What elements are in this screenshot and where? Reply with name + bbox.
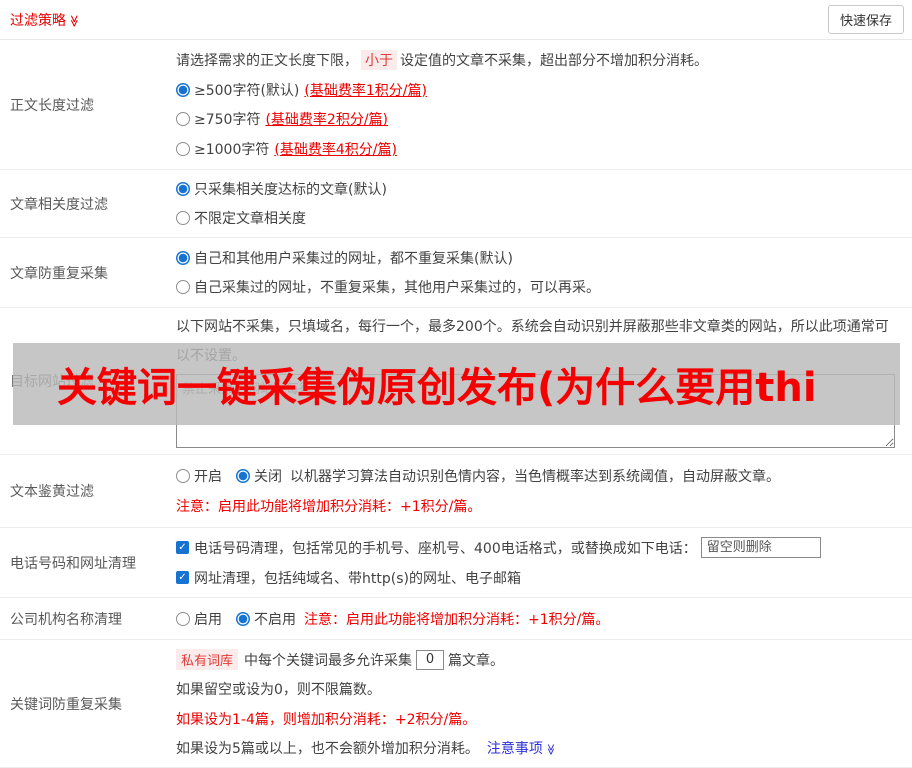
relevance-option-strict[interactable]: 只采集相关度达标的文章(默认) [176, 179, 904, 199]
option-label: 自己和其他用户采集过的网址，都不重复采集(默认) [194, 250, 513, 267]
dedup-option-self[interactable]: 自己采集过的网址，不重复采集，其他用户采集过的，可以再采。 [176, 277, 904, 297]
row-dedup-collection: 文章防重复采集 自己和其他用户采集过的网址，都不重复采集(默认) 自己采集过的网… [0, 238, 912, 308]
replacement-phone-input[interactable] [700, 537, 821, 559]
porn-filter-note: 注意：启用此功能将增加积分消耗：+1积分/篇。 [176, 499, 482, 516]
keyword-limit-text-end: 篇文章。 [448, 652, 505, 669]
phone-cleanup-option: ✓ 电话号码清理，包括常见的手机号、座机号、400电话格式，或替换成如下电话： [176, 537, 904, 559]
notes-link[interactable]: 注意事项≫ [487, 738, 557, 758]
company-off-label[interactable]: 不启用 [254, 609, 296, 629]
radio-icon[interactable] [176, 280, 190, 295]
url-cleanup-option: ✓ 网址清理，包括纯域名、带http(s)的网址、电子邮箱 [176, 568, 904, 588]
site-filter-desc-line1: 以下网站不采集，只填域名，每行一个，最多200个。系统会自动识别并屏蔽那些非文章… [176, 319, 889, 335]
radio-checked-icon[interactable] [176, 182, 190, 196]
keyword-limit-text: 中每个关键词最多允许采集 [244, 652, 413, 669]
option-label: 不限定文章相关度 [194, 211, 306, 227]
row-label: 正文长度过滤 [10, 97, 94, 114]
row-label: 电话号码和网址清理 [10, 555, 136, 572]
row-label: 文章防重复采集 [10, 265, 108, 282]
intro-text: 设定值的文章不采集，超出部分不增加积分消耗。 [400, 52, 708, 69]
chevron-down-icon: ≫ [67, 14, 82, 27]
option-fee: (基础费率1积分/篇) [304, 82, 427, 99]
porn-filter-options: 开启 关闭 以机器学习算法自动识别色情内容，当色情概率达到系统阈值，自动屏蔽文章… [176, 466, 904, 486]
quick-save-button[interactable]: 快速保存 [827, 5, 904, 34]
keyword-note-5plus-text: 如果设为5篇或以上，也不会额外增加积分消耗。 [176, 740, 479, 757]
row-label: 公司机构名称清理 [10, 611, 122, 628]
radio-checked-icon[interactable] [176, 250, 190, 265]
dedup-option-global[interactable]: 自己和其他用户采集过的网址，都不重复采集(默认) [176, 248, 904, 268]
page-title[interactable]: 过滤策略≫ [10, 10, 81, 30]
company-on-label[interactable]: 启用 [194, 609, 222, 629]
porn-on-label[interactable]: 开启 [194, 466, 222, 486]
chevron-down-icon: ≫ [544, 743, 558, 756]
length-option-750[interactable]: ≥750字符 (基础费率2积分/篇) [176, 109, 904, 129]
relevance-option-any[interactable]: 不限定文章相关度 [176, 208, 904, 228]
option-label: ≥500字符(默认) [194, 82, 300, 99]
row-content: 请选择需求的正文长度下限， 小于 设定值的文章不采集，超出部分不增加积分消耗。 ≥5… [176, 40, 912, 169]
row-content: 启用 不启用 注意：启用此功能将增加积分消耗：+1积分/篇。 [176, 598, 912, 639]
radio-checked-icon[interactable] [236, 611, 250, 626]
option-label: 自己采集过的网址，不重复采集，其他用户采集过的，可以再采。 [194, 280, 600, 297]
row-label: 文章相关度过滤 [10, 196, 108, 213]
keyword-note-zero: 如果留空或设为0，则不限篇数。 [176, 682, 381, 699]
keyword-note-1-4: 如果设为1-4篇，则增加积分消耗：+2积分/篇。 [176, 711, 477, 728]
company-cleanup-note: 注意：启用此功能将增加积分消耗：+1积分/篇。 [304, 611, 610, 628]
row-content: 自己和其他用户采集过的网址，都不重复采集(默认) 自己采集过的网址，不重复采集，… [176, 238, 912, 307]
url-cleanup-label: 网址清理，包括纯域名、带http(s)的网址、电子邮箱 [194, 570, 521, 587]
row-content: ✓ 电话号码清理，包括常见的手机号、座机号、400电话格式，或替换成如下电话： … [176, 528, 912, 597]
radio-icon[interactable] [176, 112, 190, 127]
watermark-banner: 关键词一键采集伪原创发布(为什么要用thi [13, 343, 900, 425]
company-cleanup-options: 启用 不启用 注意：启用此功能将增加积分消耗：+1积分/篇。 [176, 609, 904, 629]
row-label: 关键词防重复采集 [10, 696, 122, 713]
page-title-text: 过滤策略 [10, 12, 66, 29]
row-company-name-cleanup: 公司机构名称清理 启用 不启用 注意：启用此功能将增加积分消耗：+1积分/篇。 [0, 598, 912, 640]
length-option-500[interactable]: ≥500字符(默认) (基础费率1积分/篇) [176, 80, 904, 100]
option-label: ≥1000字符 [194, 142, 270, 159]
row-phone-url-cleanup: 电话号码和网址清理 ✓ 电话号码清理，包括常见的手机号、座机号、400电话格式，… [0, 528, 912, 598]
header-bar: 过滤策略≫ 快速保存 [0, 0, 912, 40]
intro-text: 请选择需求的正文长度下限， [176, 52, 358, 69]
option-label: 只采集相关度达标的文章(默认) [194, 182, 387, 198]
row-body-length-filter: 正文长度过滤 请选择需求的正文长度下限， 小于 设定值的文章不采集，超出部分不增加积… [0, 40, 912, 170]
phone-cleanup-label: 电话号码清理，包括常见的手机号、座机号、400电话格式，或替换成如下电话： [194, 540, 697, 557]
private-thesaurus-badge[interactable]: 私有词库 [176, 649, 239, 671]
radio-icon[interactable] [176, 468, 190, 483]
porn-filter-desc: 以机器学习算法自动识别色情内容，当色情概率达到系统阈值，自动屏蔽文章。 [290, 468, 780, 485]
option-label: ≥750字符 [194, 112, 261, 129]
row-content: 开启 关闭 以机器学习算法自动识别色情内容，当色情概率达到系统阈值，自动屏蔽文章… [176, 455, 912, 527]
row-porn-filter: 文本鉴黄过滤 开启 关闭 以机器学习算法自动识别色情内容，当色情概率达到系统阈值… [0, 455, 912, 528]
radio-checked-icon[interactable] [176, 82, 190, 97]
radio-icon[interactable] [176, 611, 190, 626]
radio-icon[interactable] [176, 211, 190, 225]
porn-off-label[interactable]: 关闭 [254, 466, 282, 486]
keyword-note-5plus: 如果设为5篇或以上，也不会额外增加积分消耗。 注意事项≫ [176, 738, 904, 758]
radio-icon[interactable] [176, 142, 190, 157]
checkbox-checked-icon[interactable]: ✓ [176, 541, 189, 555]
row-label: 文本鉴黄过滤 [10, 484, 94, 500]
keyword-limit-line: 私有词库 中每个关键词最多允许采集 篇文章。 [176, 649, 904, 671]
option-fee: (基础费率4积分/篇) [274, 142, 397, 159]
less-than-highlight: 小于 [361, 49, 397, 70]
row-content: 私有词库 中每个关键词最多允许采集 篇文章。 如果留空或设为0，则不限篇数。 如… [176, 640, 912, 767]
row-keyword-dedup: 关键词防重复采集 私有词库 中每个关键词最多允许采集 篇文章。 如果留空或设为0… [0, 640, 912, 768]
notes-link-text: 注意事项 [486, 740, 543, 757]
length-option-1000[interactable]: ≥1000字符 (基础费率4积分/篇) [176, 139, 904, 159]
row-relevance-filter: 文章相关度过滤 只采集相关度达标的文章(默认) 不限定文章相关度 [0, 170, 912, 238]
option-fee: (基础费率2积分/篇) [265, 112, 389, 129]
keyword-count-input[interactable] [416, 649, 445, 670]
filter-settings-page: 过滤策略≫ 快速保存 正文长度过滤 请选择需求的正文长度下限， 小于 设定值的文章不… [0, 0, 912, 768]
row-content: 只采集相关度达标的文章(默认) 不限定文章相关度 [176, 170, 912, 237]
radio-checked-icon[interactable] [236, 468, 250, 483]
watermark-banner-text: 关键词一键采集伪原创发布(为什么要用thi [57, 365, 817, 411]
length-filter-intro: 请选择需求的正文长度下限， 小于 设定值的文章不采集，超出部分不增加积分消耗。 [176, 49, 904, 70]
checkbox-checked-icon[interactable]: ✓ [176, 571, 189, 585]
